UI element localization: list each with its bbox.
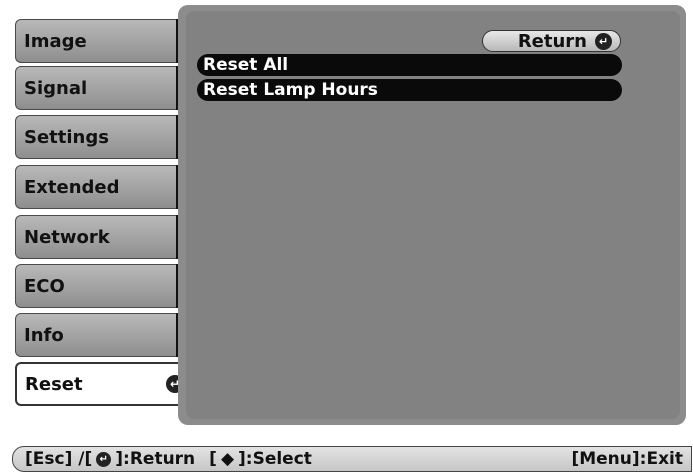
sidebar-item-label: Reset [25,373,83,395]
sidebar-item-label: Network [24,226,110,248]
sidebar-item-label: Extended [24,176,120,198]
menu-item-label: Reset All [203,55,289,75]
sidebar: Image Signal Settings Extended Network E… [0,0,192,430]
help-select-open: [ [209,449,217,469]
menu-item-reset-lamp-hours[interactable]: Reset Lamp Hours [197,79,622,101]
sidebar-item-network[interactable]: Network [15,215,180,259]
enter-icon: ↵ [96,451,112,467]
up-down-arrow-icon: ◆ [220,449,235,469]
help-menu-exit: [Menu]:Exit [571,449,683,469]
sidebar-item-reset[interactable]: Reset ↵ [15,362,190,406]
sidebar-item-label: Info [24,324,64,346]
sidebar-item-info[interactable]: Info [15,313,180,357]
sidebar-item-signal[interactable]: Signal [15,66,180,110]
help-bar-left: [Esc] /[ ↵ ]:Return [ ◆ ]:Select [25,449,312,469]
sidebar-item-label: Image [24,30,87,52]
menu-item-label: Reset Lamp Hours [203,80,378,100]
return-button[interactable]: Return ↵ [482,30,621,52]
help-esc-text: [Esc] /[ [25,449,93,469]
sidebar-item-image[interactable]: Image [15,19,180,63]
enter-icon: ↵ [595,32,612,50]
menu-item-reset-all[interactable]: Reset All [197,54,622,76]
sidebar-item-eco[interactable]: ECO [15,264,180,308]
help-return-text: ]:Return [115,449,196,469]
help-bar: [Esc] /[ ↵ ]:Return [ ◆ ]:Select [Menu]:… [12,446,692,472]
sidebar-item-label: Settings [24,126,109,148]
sidebar-item-extended[interactable]: Extended [15,165,180,209]
sidebar-item-settings[interactable]: Settings [15,115,180,159]
return-label: Return [517,30,587,52]
projector-menu-screen: Image Signal Settings Extended Network E… [0,0,693,473]
help-select-text: ]:Select [238,449,312,469]
sidebar-item-label: ECO [24,275,65,297]
sidebar-item-label: Signal [24,77,88,99]
